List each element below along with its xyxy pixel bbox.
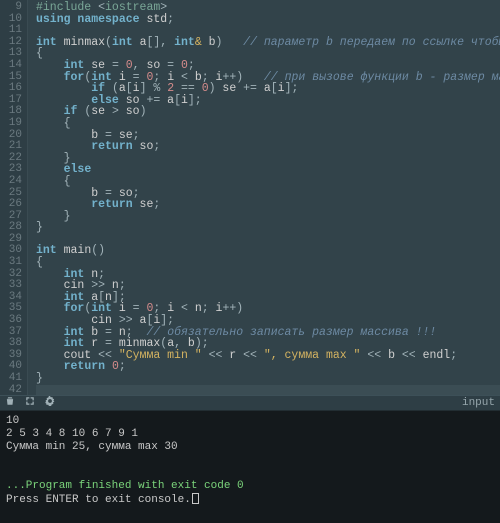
code-editor[interactable]: 9101112131415161718192021222324252627282… <box>0 0 500 395</box>
code-line[interactable]: } <box>36 373 500 385</box>
line-number: 41 <box>0 373 22 385</box>
code-line[interactable]: return so; <box>36 141 500 153</box>
line-number: 21 <box>0 141 22 153</box>
expand-icon[interactable] <box>25 396 35 410</box>
line-number-gutter: 9101112131415161718192021222324252627282… <box>0 0 28 395</box>
line-number: 9 <box>0 2 22 14</box>
code-line[interactable]: { <box>36 257 500 269</box>
line-number: 36 <box>0 315 22 327</box>
line-number: 14 <box>0 60 22 72</box>
code-line[interactable]: else <box>36 164 500 176</box>
console-line: Press ENTER to exit console. <box>6 493 494 507</box>
clear-icon[interactable] <box>5 396 15 410</box>
line-number: 24 <box>0 176 22 188</box>
code-line[interactable]: return 0; <box>36 361 500 373</box>
code-line[interactable]: using namespace std; <box>36 14 500 26</box>
code-line[interactable]: } <box>36 153 500 165</box>
console-line <box>6 467 494 480</box>
code-line[interactable]: int main() <box>36 245 500 257</box>
console-line: Сумма min 25, сумма max 30 <box>6 441 494 454</box>
code-area[interactable]: #include <iostream>using namespace std; … <box>28 0 500 395</box>
line-number: 26 <box>0 199 22 211</box>
line-number: 42 <box>0 385 22 395</box>
settings-icon[interactable] <box>45 396 55 410</box>
code-line[interactable]: return se; <box>36 199 500 211</box>
code-line[interactable]: } <box>36 222 500 234</box>
panel-divider: input <box>0 395 500 411</box>
console-line <box>6 454 494 467</box>
code-line[interactable]: int minmax(int a[], int& b) // параметр … <box>36 37 500 49</box>
code-line[interactable] <box>36 234 500 246</box>
line-number: 16 <box>0 83 22 95</box>
code-line[interactable] <box>36 385 500 395</box>
cursor-icon <box>192 493 199 504</box>
console-tab-label: input <box>462 397 495 409</box>
line-number: 31 <box>0 257 22 269</box>
console-line: 2 5 3 4 8 10 6 7 9 1 <box>6 428 494 441</box>
console-output[interactable]: 102 5 3 4 8 10 6 7 9 1Сумма min 25, сумм… <box>0 411 500 523</box>
code-line[interactable]: } <box>36 211 500 223</box>
console-line: ...Program finished with exit code 0 <box>6 480 494 493</box>
line-number: 19 <box>0 118 22 130</box>
code-line[interactable]: if (se > so) <box>36 106 500 118</box>
console-line: 10 <box>6 415 494 428</box>
